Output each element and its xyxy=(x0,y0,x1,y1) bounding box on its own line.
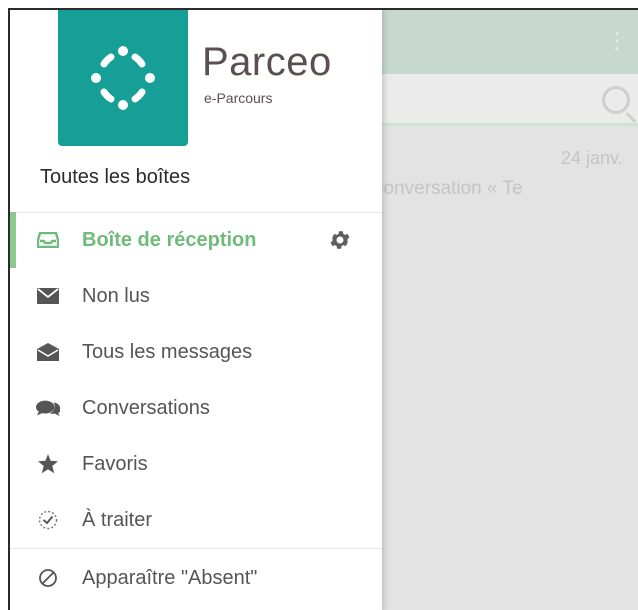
menu-item-all-messages[interactable]: Tous les messages xyxy=(10,324,382,380)
inbox-icon xyxy=(36,228,60,252)
menu-item-unread[interactable]: Non lus xyxy=(10,268,382,324)
menu-item-conversations[interactable]: Conversations xyxy=(10,380,382,436)
set-absent-button[interactable]: Apparaître "Absent" xyxy=(10,550,382,606)
menu-item-label: À traiter xyxy=(82,508,153,531)
menu-item-label: Boîte de réception xyxy=(82,228,257,251)
envelope-icon xyxy=(36,284,60,308)
navigation-drawer: Parceo e-Parcours Toutes les boîtes Boît… xyxy=(10,10,382,610)
parceo-logo-tile xyxy=(58,10,188,146)
mailbox-menu: Boîte de réception Non lus Tous les mess… xyxy=(10,212,382,548)
menu-item-to-process[interactable]: À traiter xyxy=(10,492,382,548)
menu-item-favorites[interactable]: Favoris xyxy=(10,436,382,492)
app-frame: ⋮ 24 janv. conversation « Te Parceo e-Pa… xyxy=(8,8,638,610)
menu-item-label: Tous les messages xyxy=(82,340,253,363)
divider xyxy=(10,548,382,549)
star-icon xyxy=(36,452,60,476)
search-icon[interactable] xyxy=(602,86,630,114)
message-snippet: conversation « Te xyxy=(374,178,523,199)
brand-subtitle: e-Parcours xyxy=(204,90,273,106)
menu-item-inbox[interactable]: Boîte de réception xyxy=(10,212,382,268)
block-icon xyxy=(36,566,60,590)
menu-item-label: Conversations xyxy=(82,396,210,419)
brand-name: Parceo xyxy=(202,40,332,84)
chat-bubbles-icon xyxy=(36,396,60,420)
menu-item-label: Favoris xyxy=(82,452,148,475)
more-vert-icon[interactable]: ⋮ xyxy=(606,30,628,52)
gear-icon[interactable] xyxy=(328,228,352,252)
set-absent-label: Apparaître "Absent" xyxy=(82,566,258,589)
check-circle-icon xyxy=(36,508,60,532)
parceo-logo-icon xyxy=(91,46,155,110)
menu-item-label: Non lus xyxy=(82,284,150,307)
envelope-open-icon xyxy=(36,340,60,364)
message-date: 24 janv. xyxy=(561,148,623,168)
all-mailboxes-link[interactable]: Toutes les boîtes xyxy=(40,166,190,189)
